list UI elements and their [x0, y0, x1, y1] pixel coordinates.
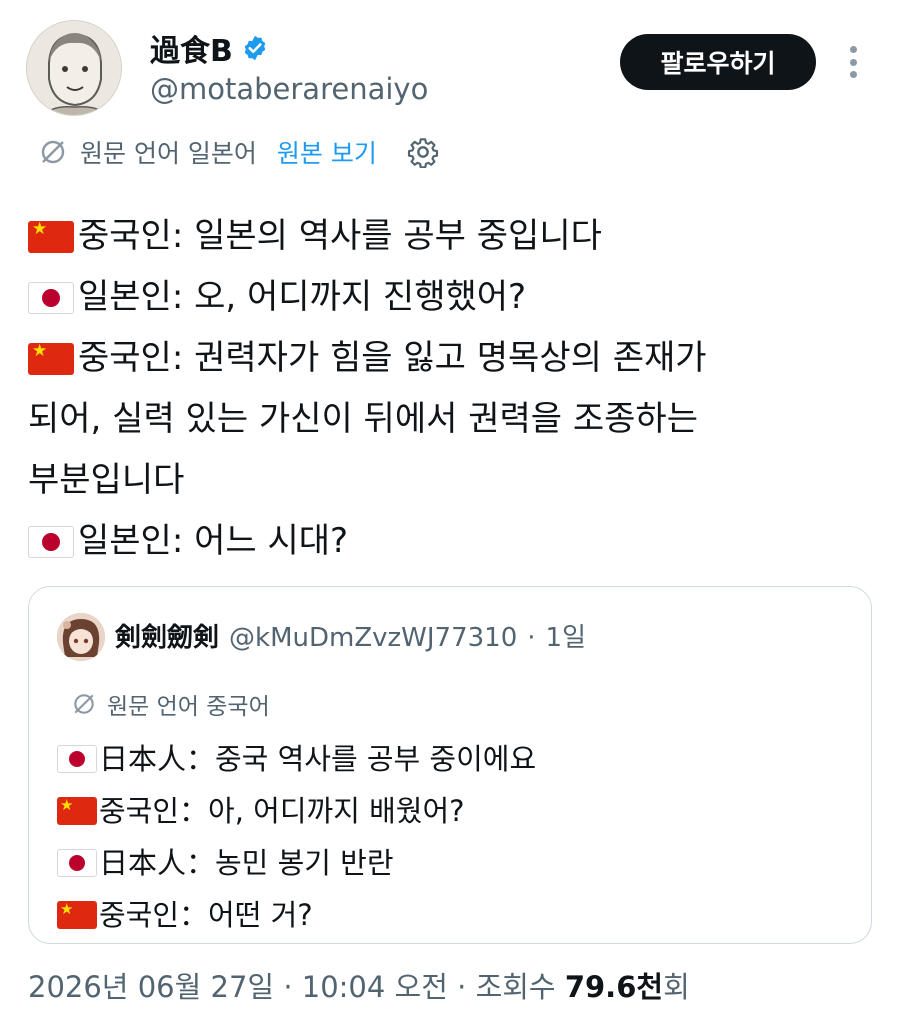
quoted-line-text: 중국인：어떤 거?: [99, 898, 313, 932]
tweet-meta: 2026년 06월 27일 · 10:04 오전 · 조회수 79.6천회: [28, 964, 690, 1006]
quoted-line: 日本人：농민 봉기 반란: [57, 837, 536, 889]
anime-avatar-icon: [57, 613, 105, 661]
author-display-name[interactable]: 過食B: [150, 26, 233, 70]
tweet-date[interactable]: 2026년 06월 27일: [28, 970, 274, 1004]
china-flag-icon: [28, 214, 74, 253]
show-original-link[interactable]: 원본 보기: [277, 134, 377, 170]
tweet-line-text: 중국인: 권력자가 힘을 잃고 명목상의 존재가: [78, 338, 707, 378]
tweet-line: 일본인: 오, 어디까지 진행했어?: [28, 267, 878, 328]
tweet-text: 중국인: 일본의 역사를 공부 중입니다 일본인: 오, 어디까지 진행했어? …: [28, 206, 878, 572]
quoted-line: 日本人：중국 역사를 공부 중이에요: [57, 733, 536, 785]
china-flag-icon: [57, 894, 97, 929]
more-vertical-icon[interactable]: [838, 42, 868, 82]
tweet-line-text: 일본인: 오, 어디까지 진행했어?: [78, 277, 527, 317]
tweet-line-text: 일본인: 어느 시대?: [78, 521, 349, 561]
quoted-author-avatar[interactable]: [57, 613, 105, 661]
author-avatar[interactable]: [26, 20, 122, 116]
quoted-line: 중국인：어떤 거?: [57, 889, 536, 941]
no-translate-icon: [41, 140, 65, 164]
views-label: 조회수: [475, 970, 556, 1004]
gear-icon[interactable]: [407, 136, 439, 168]
quoted-line-text: 중국인：아, 어디까지 배웠어?: [99, 794, 465, 828]
quoted-tweet-card[interactable]: 剣劍劒剣 @kMuDmZvzWJ77310 · 1일 원문 언어 중국어 日本人…: [28, 586, 872, 944]
tweet-line: 부분입니다: [28, 450, 878, 511]
follow-button[interactable]: 팔로우하기: [620, 34, 816, 90]
china-flag-icon: [28, 336, 74, 375]
tweet-line-text: 되어, 실력 있는 가신이 뒤에서 권력을 조종하는: [28, 399, 698, 439]
avatar-sketch-icon: [27, 21, 121, 115]
translation-bar: 원문 언어 일본어 원본 보기: [38, 134, 439, 170]
japan-flag-icon: [28, 525, 74, 558]
separator-dot: ·: [527, 623, 536, 653]
japan-flag-icon: [28, 281, 74, 314]
quoted-author-handle[interactable]: @kMuDmZvzWJ77310: [229, 623, 517, 653]
tweet-line-text: 부분입니다: [28, 460, 185, 500]
quoted-line-text: 日本人：중국 역사를 공부 중이에요: [99, 742, 537, 776]
verified-badge-icon: [244, 35, 266, 61]
quoted-tweet-header: 剣劍劒剣 @kMuDmZvzWJ77310 · 1일: [115, 617, 586, 654]
views-suffix: 회: [663, 970, 690, 1004]
quoted-tweet-time[interactable]: 1일: [546, 617, 586, 654]
quoted-translation-bar: 원문 언어 중국어: [71, 687, 270, 721]
tweet-line: 중국인: 권력자가 힘을 잃고 명목상의 존재가: [28, 328, 878, 389]
tweet-line: 일본인: 어느 시대?: [28, 511, 878, 572]
japan-flag-icon: [57, 745, 97, 773]
tweet-line: 중국인: 일본의 역사를 공부 중입니다: [28, 206, 878, 267]
separator-dot: ·: [457, 970, 467, 1004]
tweet-line-text: 중국인: 일본의 역사를 공부 중입니다: [78, 216, 602, 256]
quoted-line-text: 日本人：농민 봉기 반란: [99, 846, 394, 880]
quoted-translation-label: 원문 언어 중국어: [107, 694, 270, 720]
tweet-line: 되어, 실력 있는 가신이 뒤에서 권력을 조종하는: [28, 389, 878, 450]
japan-flag-icon: [57, 849, 97, 877]
no-translate-icon: [74, 694, 94, 714]
author-handle[interactable]: @motaberarenaiyo: [150, 72, 428, 106]
quoted-author-name[interactable]: 剣劍劒剣: [115, 617, 219, 654]
views-count: 79.6천: [564, 970, 664, 1004]
translation-language-label: 원문 언어 일본어: [80, 139, 257, 168]
china-flag-icon: [57, 790, 97, 825]
quoted-tweet-text: 日本人：중국 역사를 공부 중이에요 중국인：아, 어디까지 배웠어? 日本人：…: [57, 733, 536, 941]
author-name-row: 過食B: [150, 26, 269, 70]
tweet-time[interactable]: 10:04 오전: [302, 970, 448, 1004]
separator-dot: ·: [283, 970, 293, 1004]
quoted-line: 중국인：아, 어디까지 배웠어?: [57, 785, 536, 837]
